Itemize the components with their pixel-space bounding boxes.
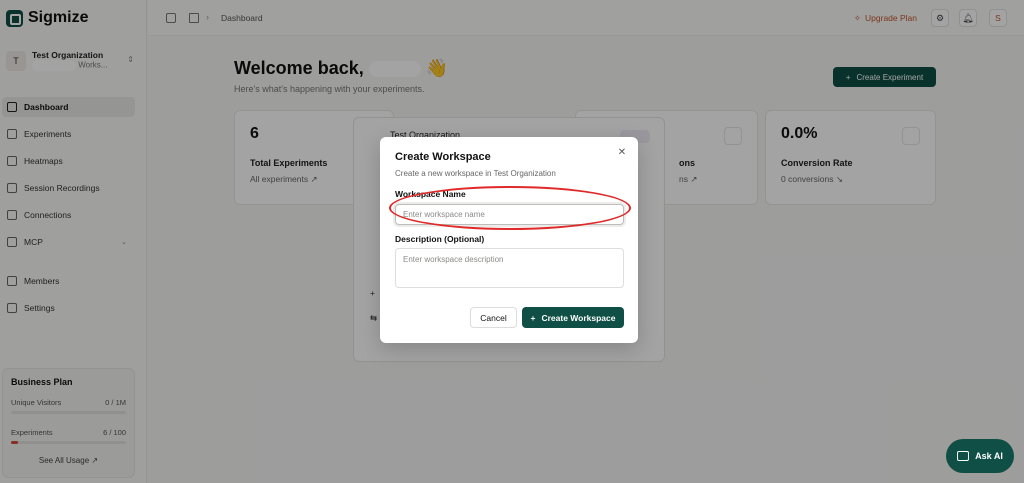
- close-icon[interactable]: ✕: [616, 147, 628, 159]
- workspace-name-input[interactable]: [395, 204, 624, 225]
- create-workspace-label: Create Workspace: [541, 312, 616, 323]
- dialog-subtitle: Create a new workspace in Test Organizat…: [395, 169, 556, 178]
- dialog-title: Create Workspace: [395, 151, 491, 163]
- plus-icon: +: [530, 312, 536, 323]
- cancel-button[interactable]: Cancel: [470, 307, 517, 328]
- description-input[interactable]: [395, 248, 624, 288]
- description-label: Description (Optional): [395, 234, 485, 244]
- chat-icon: [957, 451, 970, 461]
- ask-ai-button[interactable]: Ask AI: [946, 439, 1014, 473]
- create-workspace-button[interactable]: + Create Workspace: [522, 307, 624, 328]
- create-workspace-dialog: Create Workspace ✕ Create a new workspac…: [380, 137, 638, 343]
- workspace-name-label: Workspace Name: [395, 189, 466, 199]
- ask-ai-label: Ask AI: [975, 451, 1003, 461]
